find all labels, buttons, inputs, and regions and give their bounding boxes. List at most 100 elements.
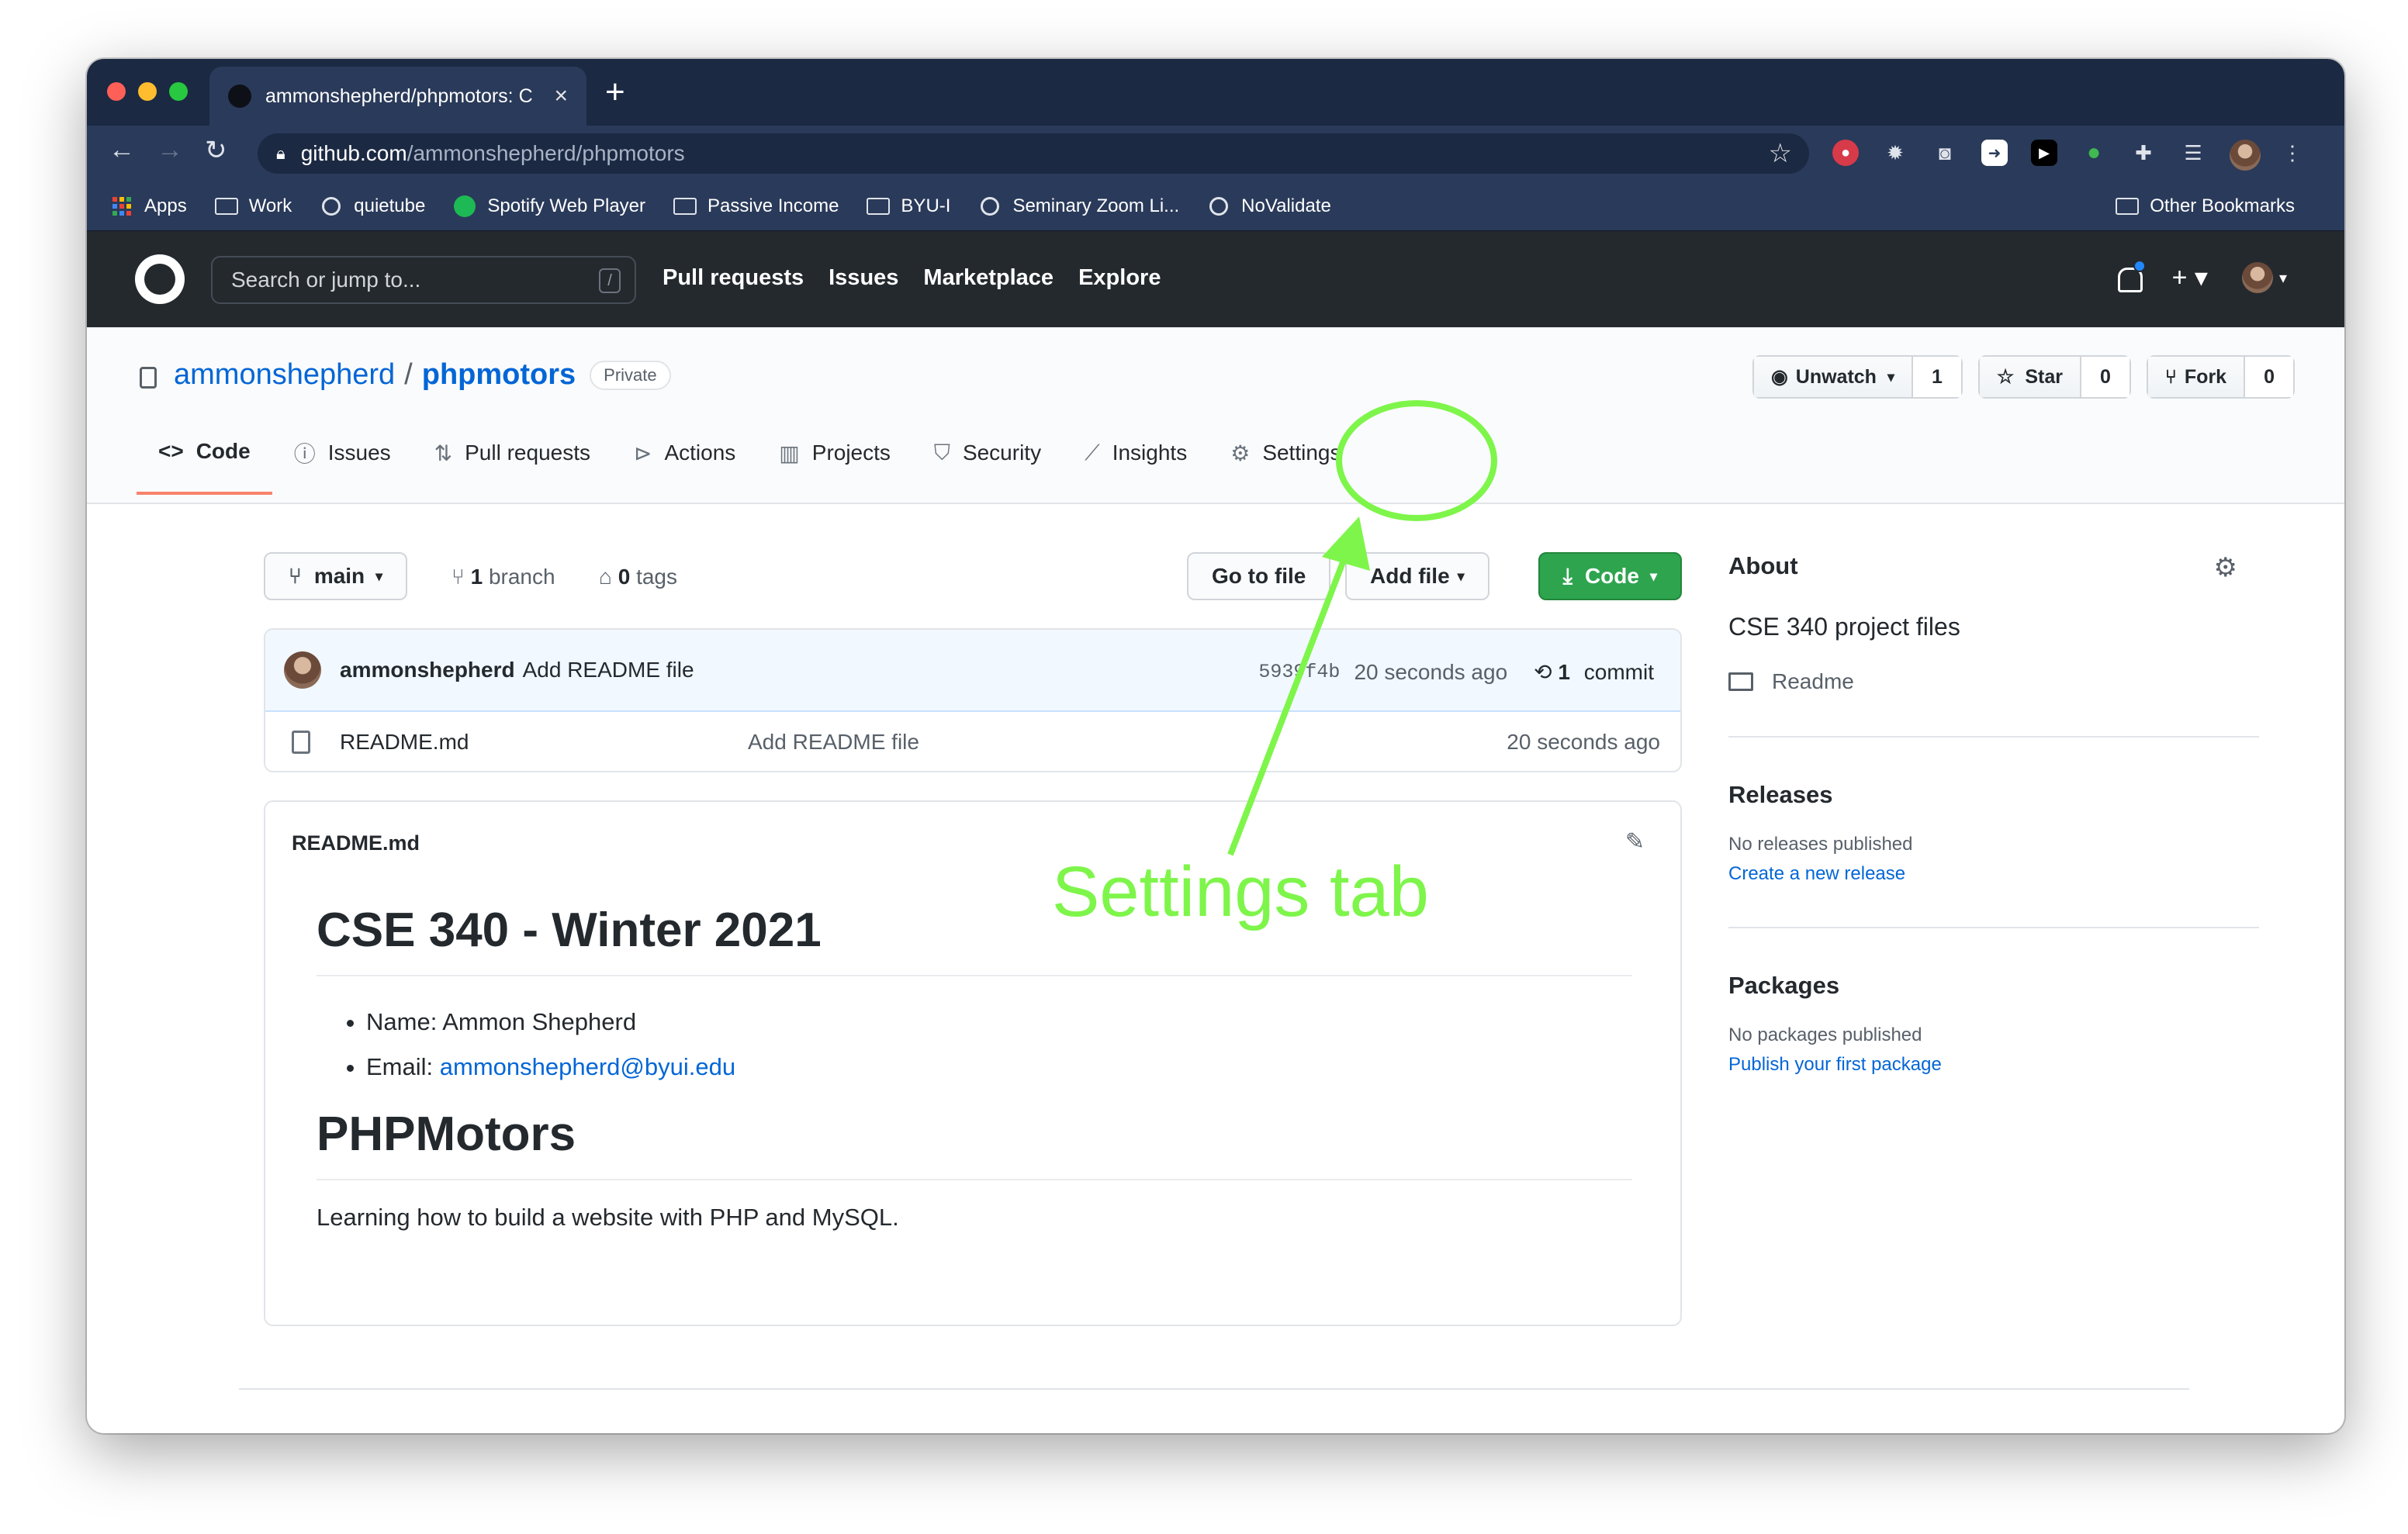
forward-arrow-icon[interactable]: →: [157, 135, 183, 165]
extension-red-icon[interactable]: ●: [1832, 140, 1859, 166]
add-file-label: Add file: [1370, 564, 1450, 588]
tab-issues[interactable]: ⓘ Issues: [272, 422, 413, 495]
tab-label: Actions: [664, 441, 736, 465]
caret-down-icon: ▾: [1457, 568, 1465, 584]
tab-security[interactable]: ⛉ Security: [912, 422, 1063, 495]
tab-actions[interactable]: ⊳ Actions: [612, 422, 757, 495]
star-icon: ☆: [1996, 366, 2015, 388]
tab-insights[interactable]: ⟋ Insights: [1063, 422, 1209, 495]
commit-author[interactable]: ammonshepherd: [340, 658, 515, 682]
bookmark-work[interactable]: Work: [214, 195, 292, 217]
back-arrow-icon[interactable]: ←: [109, 135, 135, 165]
extension-green-icon[interactable]: ●: [2081, 140, 2107, 166]
bookmark-apps[interactable]: Apps: [110, 195, 187, 217]
bookmark-passive-income[interactable]: Passive Income: [673, 195, 839, 217]
edit-pencil-icon[interactable]: ✎: [1625, 828, 1645, 855]
search-shortcut-key: /: [599, 268, 621, 293]
new-tab-button[interactable]: +: [605, 73, 625, 112]
extension-gear-icon[interactable]: ✹: [1882, 140, 1908, 166]
fork-button[interactable]: ⑂ Fork 0: [2146, 355, 2295, 399]
extension-camera-icon[interactable]: ◙: [1932, 140, 1958, 166]
commit-history-link[interactable]: ⟲ 1 commit: [1534, 659, 1654, 685]
nav-explore[interactable]: Explore: [1078, 265, 1161, 291]
footer-divider: [239, 1388, 2189, 1390]
go-to-file-button[interactable]: Go to file: [1187, 552, 1331, 600]
fork-count[interactable]: 0: [2245, 357, 2293, 397]
close-tab-icon[interactable]: ×: [554, 83, 568, 109]
repo-name-link[interactable]: phpmotors: [422, 358, 576, 392]
add-file-button[interactable]: Add file ▾: [1345, 552, 1489, 600]
watch-button[interactable]: ◉ Unwatch ▾ 1: [1752, 355, 1963, 399]
lock-icon: [140, 366, 157, 389]
divider: [1728, 736, 2259, 738]
browser-menu-icon[interactable]: ⋮: [2279, 140, 2306, 166]
bookmark-star-icon[interactable]: ☆: [1769, 138, 1792, 169]
profile-avatar-icon[interactable]: [2230, 140, 2261, 171]
create-new-plus-icon[interactable]: + ▾: [2172, 262, 2208, 293]
notifications-bell-icon[interactable]: [2115, 260, 2146, 292]
visibility-badge: Private: [590, 360, 671, 390]
search-input[interactable]: Search or jump to... /: [211, 256, 636, 304]
nav-issues[interactable]: Issues: [829, 265, 898, 291]
packages-heading[interactable]: Packages: [1728, 972, 2259, 1000]
header-actions: + ▾ ▾: [2115, 260, 2287, 293]
star-count[interactable]: 0: [2081, 357, 2129, 397]
releases-heading[interactable]: Releases: [1728, 781, 2259, 809]
code-download-button[interactable]: ⤓ Code ▾: [1538, 552, 1682, 600]
other-bookmarks[interactable]: Other Bookmarks: [2116, 195, 2295, 217]
gear-icon: ⚙: [1230, 441, 1251, 465]
readme-link[interactable]: Readme: [1728, 669, 2259, 694]
branch-select-button[interactable]: ⑂ main ▾: [264, 552, 408, 600]
folder-icon: [673, 197, 697, 216]
commit-sha[interactable]: 5939f4b: [1258, 661, 1340, 683]
minimize-window-button[interactable]: [138, 82, 157, 101]
publish-package-link[interactable]: Publish your first package: [1728, 1054, 2259, 1076]
nav-pull-requests[interactable]: Pull requests: [663, 265, 804, 291]
edit-about-gear-icon[interactable]: ⚙: [2214, 552, 2237, 583]
nav-marketplace[interactable]: Marketplace: [923, 265, 1054, 291]
github-logo-icon[interactable]: [135, 254, 185, 304]
repo-action-buttons: ◉ Unwatch ▾ 1 ☆ Star 0 ⑂ Fork 0: [1737, 355, 2295, 399]
tab-pull-requests[interactable]: ⇅ Pull requests: [413, 422, 612, 495]
zoom-window-button[interactable]: [169, 82, 188, 101]
commit-author-avatar[interactable]: [284, 651, 321, 689]
file-row[interactable]: README.md Add README file 20 seconds ago: [265, 712, 1680, 771]
file-commit-message[interactable]: Add README file: [748, 730, 919, 755]
watch-count[interactable]: 1: [1913, 357, 1961, 397]
tab-code[interactable]: <> Code: [137, 422, 272, 495]
bookmark-byu-i[interactable]: BYU-I: [867, 195, 950, 217]
tab-projects[interactable]: ▥ Projects: [757, 422, 912, 495]
bookmark-label: Seminary Zoom Li...: [1012, 195, 1180, 216]
tab-settings[interactable]: ⚙ Settings: [1209, 422, 1362, 495]
extension-play-icon[interactable]: ▶: [2031, 140, 2057, 166]
bookmark-spotify[interactable]: Spotify Web Player: [453, 195, 645, 217]
commit-message[interactable]: Add README file: [523, 658, 694, 682]
bookmark-novalidate[interactable]: NoValidate: [1207, 195, 1331, 217]
star-button[interactable]: ☆ Star 0: [1977, 355, 2131, 399]
bookmark-quietube[interactable]: quietube: [320, 195, 425, 217]
tab-label: Pull requests: [465, 441, 590, 465]
reading-list-icon[interactable]: ☰: [2180, 140, 2206, 166]
lock-icon: 🔒︎: [276, 143, 285, 163]
github-header: Search or jump to... / Pull requests Iss…: [87, 231, 2344, 327]
file-list: ammonshepherd Add README file 5939f4b 20…: [264, 628, 1682, 772]
email-link[interactable]: ammonshepherd@byui.edu: [440, 1053, 735, 1080]
repo-owner-link[interactable]: ammonshepherd: [174, 358, 395, 392]
user-menu-caret-icon[interactable]: ▾: [2279, 268, 2287, 288]
extensions-puzzle-icon[interactable]: ✚: [2130, 140, 2157, 166]
branches-link[interactable]: ⑂ 1 branch: [452, 565, 555, 589]
bookmark-seminary-zoom[interactable]: Seminary Zoom Li...: [978, 195, 1179, 217]
file-name[interactable]: README.md: [340, 730, 469, 755]
browser-tab[interactable]: ammonshepherd/phpmotors: C ×: [209, 67, 586, 126]
tag-icon: ⌂: [599, 565, 612, 589]
extension-arrow-icon[interactable]: ➜: [1981, 140, 2008, 166]
create-release-link[interactable]: Create a new release: [1728, 863, 2259, 885]
reload-icon[interactable]: ↻: [205, 135, 227, 166]
caret-down-icon: ▾: [1887, 368, 1895, 385]
user-avatar[interactable]: [2241, 262, 2273, 293]
code-panel: ⑂ main ▾ ⑂ 1 branch ⌂ 0 tags Go to file …: [264, 552, 1682, 1326]
tags-link[interactable]: ⌂ 0 tags: [599, 565, 677, 589]
address-bar[interactable]: 🔒︎ github.com/ammonshepherd/phpmotors ☆: [258, 133, 1809, 174]
close-window-button[interactable]: [107, 82, 126, 101]
github-favicon-icon: [228, 85, 251, 108]
